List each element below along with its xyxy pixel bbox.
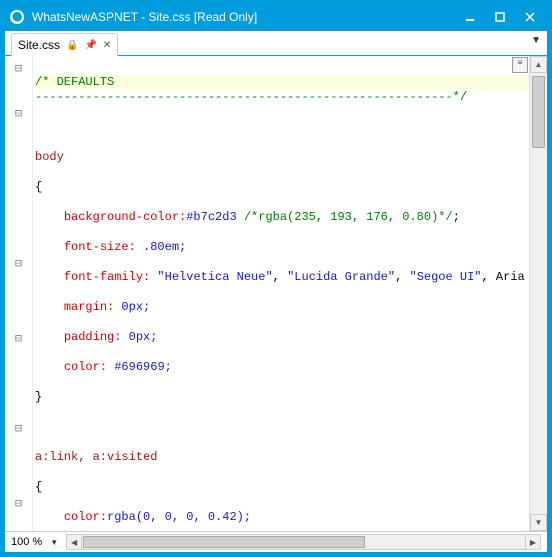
split-view-icon[interactable]: ≡ <box>512 57 528 73</box>
tab-close-icon[interactable]: ✕ <box>103 40 111 51</box>
client-area: Site.css 🔒 📌 ✕ ▼ ⊟ ⊟ ⊟ ⊟ ⊟ ⊟ <box>4 30 548 553</box>
fold-toggle[interactable]: ⊟ <box>5 60 32 75</box>
tab-menu-dropdown-icon[interactable]: ▼ <box>531 35 541 46</box>
code-editor[interactable]: /* DEFAULTS ----------------------------… <box>33 56 529 531</box>
horizontal-scrollbar[interactable]: ◀ ▶ <box>66 534 541 550</box>
tab-label: Site.css <box>18 38 60 52</box>
titlebar[interactable]: WhatsNewASPNET - Site.css [Read Only] <box>4 4 548 30</box>
app-window: WhatsNewASPNET - Site.css [Read Only] Si… <box>0 0 552 557</box>
scroll-down-icon[interactable]: ▼ <box>530 514 547 531</box>
fold-toggle[interactable]: ⊟ <box>5 330 32 345</box>
folding-gutter: ⊟ ⊟ ⊟ ⊟ ⊟ ⊟ <box>5 56 33 531</box>
editor: ⊟ ⊟ ⊟ ⊟ ⊟ ⊟ /* DEFAULTS ----------------… <box>5 56 547 531</box>
fold-toggle[interactable]: ⊟ <box>5 420 32 435</box>
vertical-scrollbar[interactable]: ▲ ▼ <box>529 56 547 531</box>
zoom-dropdown-icon[interactable]: ▼ <box>50 538 58 547</box>
scroll-up-icon[interactable]: ▲ <box>530 56 547 73</box>
hscroll-thumb[interactable] <box>83 536 365 548</box>
window-title: WhatsNewASPNET - Site.css [Read Only] <box>32 10 456 24</box>
scroll-right-icon[interactable]: ▶ <box>525 535 540 549</box>
close-button[interactable] <box>516 7 544 27</box>
fold-toggle[interactable]: ⊟ <box>5 495 32 510</box>
fold-toggle[interactable]: ⊟ <box>5 255 32 270</box>
scroll-thumb[interactable] <box>532 76 545 148</box>
zoom-level: 100 % <box>11 536 42 548</box>
app-logo-icon <box>8 8 26 26</box>
tab-site-css[interactable]: Site.css 🔒 📌 ✕ <box>11 33 118 56</box>
lock-icon: 🔒 <box>66 40 78 51</box>
minimize-button[interactable] <box>456 7 484 27</box>
status-bar: 100 % ▼ ◀ ▶ <box>5 531 547 552</box>
tab-strip: Site.css 🔒 📌 ✕ ▼ <box>5 31 547 56</box>
scroll-left-icon[interactable]: ◀ <box>67 535 82 549</box>
maximize-button[interactable] <box>486 7 514 27</box>
pin-icon[interactable]: 📌 <box>84 40 96 51</box>
fold-toggle[interactable]: ⊟ <box>5 105 32 120</box>
